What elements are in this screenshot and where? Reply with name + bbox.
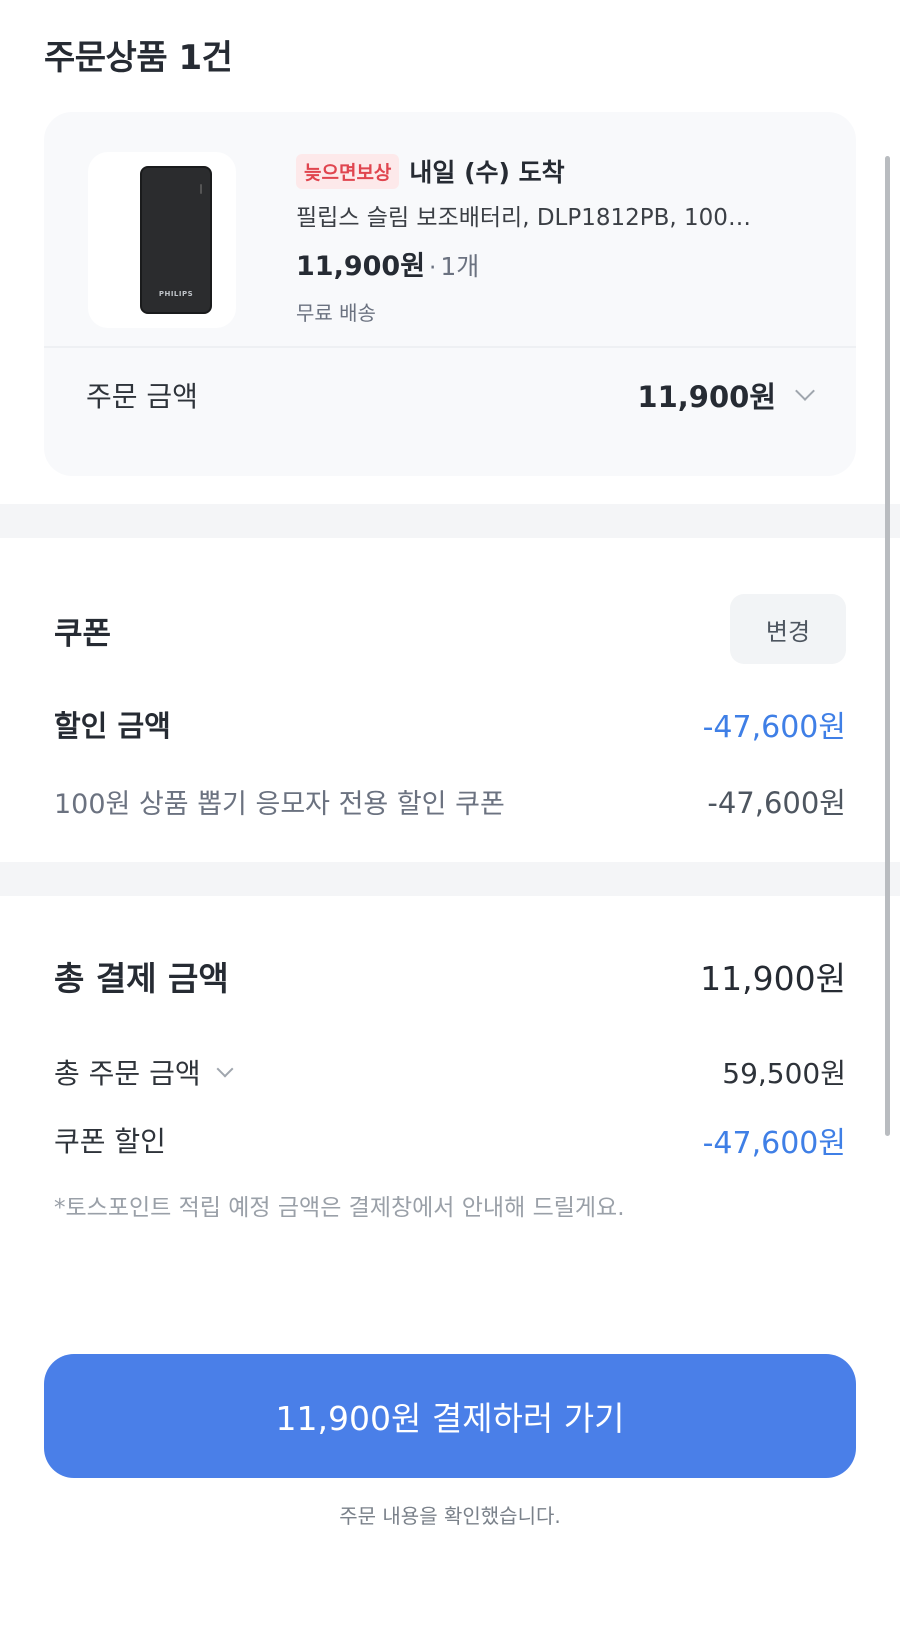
coupon-item-row: 100원 상품 뽑기 응모자 전용 할인 쿠폰 -47,600원 [54, 780, 846, 822]
coupon-section-title: 쿠폰 [54, 616, 112, 652]
chevron-down-icon [216, 1060, 234, 1078]
points-notice: *토스포인트 적립 예정 금액은 결제창에서 안내해 드릴게요. [54, 1195, 625, 1221]
order-total-value: 59,500원 [722, 1057, 846, 1090]
order-total-label-wrap: 총 주문 금액 [54, 1052, 234, 1092]
product-quantity: 1개 [440, 252, 480, 281]
order-amount-toggle[interactable]: 주문 금액 11,900원 [86, 374, 815, 416]
product-card: PHILIPS 늦으면보상 내일 (수) 도착 필립스 슬림 보조배터리, DL… [44, 112, 856, 476]
late-compensation-badge: 늦으면보상 [296, 153, 400, 189]
order-amount-value-wrap: 11,900원 [637, 374, 815, 416]
order-total-label: 총 주문 금액 [54, 1057, 201, 1090]
divider [44, 346, 856, 348]
order-amount-label: 주문 금액 [86, 380, 198, 413]
discount-amount-label: 할인 금액 [54, 709, 171, 743]
section-divider [0, 504, 900, 538]
price-row: 11,900원 · 1개 [296, 244, 816, 283]
coupon-item-label: 100원 상품 뽑기 응모자 전용 할인 쿠폰 [54, 788, 505, 820]
separator-dot: · [429, 255, 437, 281]
delivery-row: 늦으면보상 내일 (수) 도착 [296, 152, 816, 190]
page-title: 주문상품 1건 [44, 38, 233, 78]
order-amount-value: 11,900원 [637, 380, 776, 414]
coupon-discount-value: -47,600원 [702, 1126, 846, 1161]
product-info: 늦으면보상 내일 (수) 도착 필립스 슬림 보조배터리, DLP1812PB,… [296, 152, 816, 326]
product-price: 11,900원 [296, 251, 426, 282]
coupon-change-button[interactable]: 변경 [730, 594, 846, 664]
coupon-discount-label: 쿠폰 할인 [54, 1125, 166, 1158]
led-indicator [200, 184, 202, 194]
total-payment-label: 총 결제 금액 [54, 959, 229, 998]
chevron-down-icon [795, 381, 815, 401]
delivery-date: 내일 (수) 도착 [409, 158, 565, 187]
pay-button[interactable]: 11,900원 결제하러 가기 [44, 1354, 856, 1478]
power-bank-image: PHILIPS [140, 166, 212, 314]
section-divider [0, 862, 900, 896]
order-total-row[interactable]: 총 주문 금액 59,500원 [54, 1052, 846, 1092]
total-payment-value: 11,900원 [700, 959, 846, 998]
product-thumbnail[interactable]: PHILIPS [88, 152, 236, 328]
total-payment-row: 총 결제 금액 11,900원 [54, 952, 846, 1000]
confirm-text: 주문 내용을 확인했습니다. [339, 1504, 561, 1528]
scrollbar[interactable] [885, 156, 890, 1136]
discount-amount-row: 할인 금액 -47,600원 [54, 702, 846, 746]
product-brand-logo: PHILIPS [158, 290, 194, 298]
shipping-info: 무료 배송 [296, 301, 376, 325]
product-name[interactable]: 필립스 슬림 보조배터리, DLP1812PB, 100… [296, 198, 801, 232]
coupon-discount-row: 쿠폰 할인 -47,600원 [54, 1118, 846, 1162]
discount-amount-value: -47,600원 [702, 710, 846, 745]
coupon-item-value: -47,600원 [707, 786, 846, 820]
